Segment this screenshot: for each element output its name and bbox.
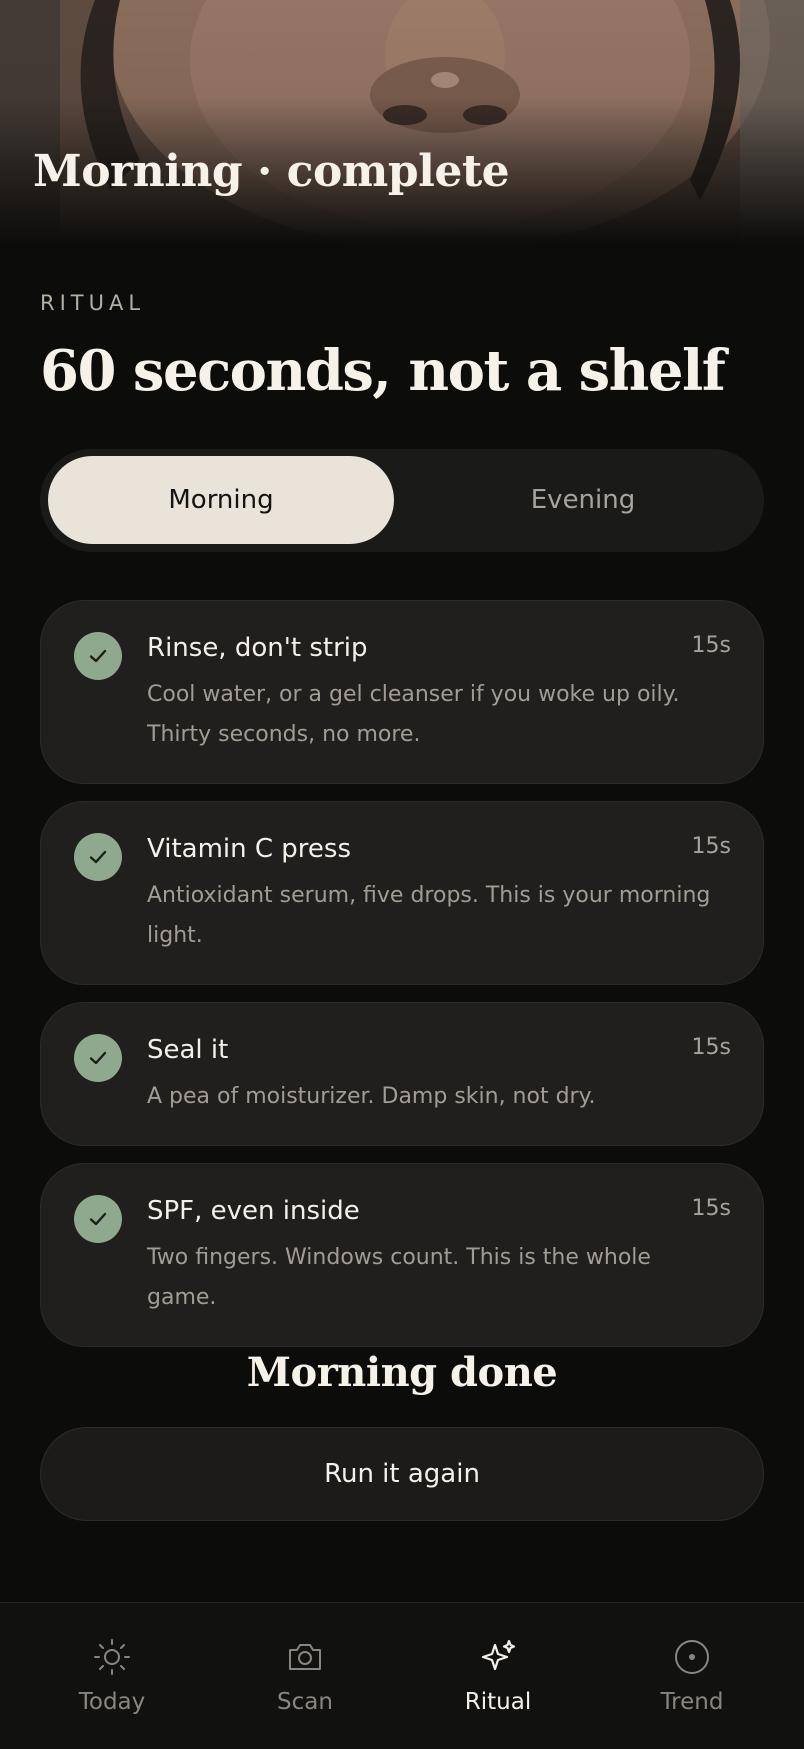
step-title: Vitamin C press bbox=[147, 834, 351, 864]
nav-item-scan[interactable]: Scan bbox=[225, 1637, 385, 1715]
sun-icon bbox=[94, 1639, 130, 1675]
hero-title: Morning · complete bbox=[33, 146, 510, 197]
step-title: Seal it bbox=[147, 1035, 229, 1065]
toggle-morning[interactable]: Morning bbox=[48, 456, 394, 544]
page-title: 60 seconds, not a shelf bbox=[40, 338, 726, 404]
check-icon[interactable] bbox=[74, 632, 122, 680]
hero-banner: Morning · complete bbox=[0, 0, 804, 245]
step-list: Rinse, don't strip 15s Cool water, or a … bbox=[40, 600, 764, 1364]
nav-item-trend[interactable]: Trend bbox=[612, 1637, 772, 1715]
nav-label: Ritual bbox=[464, 1689, 532, 1715]
nav-item-ritual[interactable]: Ritual bbox=[418, 1637, 578, 1715]
check-icon[interactable] bbox=[74, 833, 122, 881]
nav-label: Scan bbox=[277, 1689, 333, 1715]
step-card[interactable]: Rinse, don't strip 15s Cool water, or a … bbox=[40, 600, 764, 784]
step-duration: 15s bbox=[691, 834, 731, 859]
step-title: Rinse, don't strip bbox=[147, 633, 368, 663]
target-icon bbox=[675, 1640, 709, 1674]
run-again-button[interactable]: Run it again bbox=[40, 1427, 764, 1521]
step-card[interactable]: SPF, even inside 15s Two fingers. Window… bbox=[40, 1163, 764, 1347]
step-card[interactable]: Seal it 15s A pea of moisturizer. Damp s… bbox=[40, 1002, 764, 1146]
nav-label: Today bbox=[78, 1689, 146, 1715]
nav-label: Trend bbox=[660, 1689, 724, 1715]
nav-item-today[interactable]: Today bbox=[32, 1637, 192, 1715]
toggle-evening[interactable]: Evening bbox=[410, 456, 756, 544]
sparkle-icon bbox=[481, 1639, 516, 1671]
camera-icon bbox=[289, 1644, 321, 1670]
step-card[interactable]: Vitamin C press 15s Antioxidant serum, f… bbox=[40, 801, 764, 985]
bottom-nav: Today Scan Ritual Trend bbox=[0, 1602, 804, 1749]
step-description: Cool water, or a gel cleanser if you wok… bbox=[147, 682, 680, 747]
step-duration: 15s bbox=[691, 1196, 731, 1221]
step-title: SPF, even inside bbox=[147, 1196, 360, 1226]
completion-title: Morning done bbox=[246, 1349, 558, 1396]
check-icon[interactable] bbox=[74, 1195, 122, 1243]
section-eyebrow: RITUAL bbox=[40, 291, 146, 315]
step-duration: 15s bbox=[691, 1035, 731, 1060]
step-description: Two fingers. Windows count. This is the … bbox=[147, 1245, 651, 1310]
step-duration: 15s bbox=[691, 633, 731, 658]
step-description: Antioxidant serum, five drops. This is y… bbox=[147, 883, 711, 948]
routine-toggle: Morning Evening bbox=[40, 449, 764, 552]
step-description: A pea of moisturizer. Damp skin, not dry… bbox=[147, 1084, 596, 1109]
check-icon[interactable] bbox=[74, 1034, 122, 1082]
